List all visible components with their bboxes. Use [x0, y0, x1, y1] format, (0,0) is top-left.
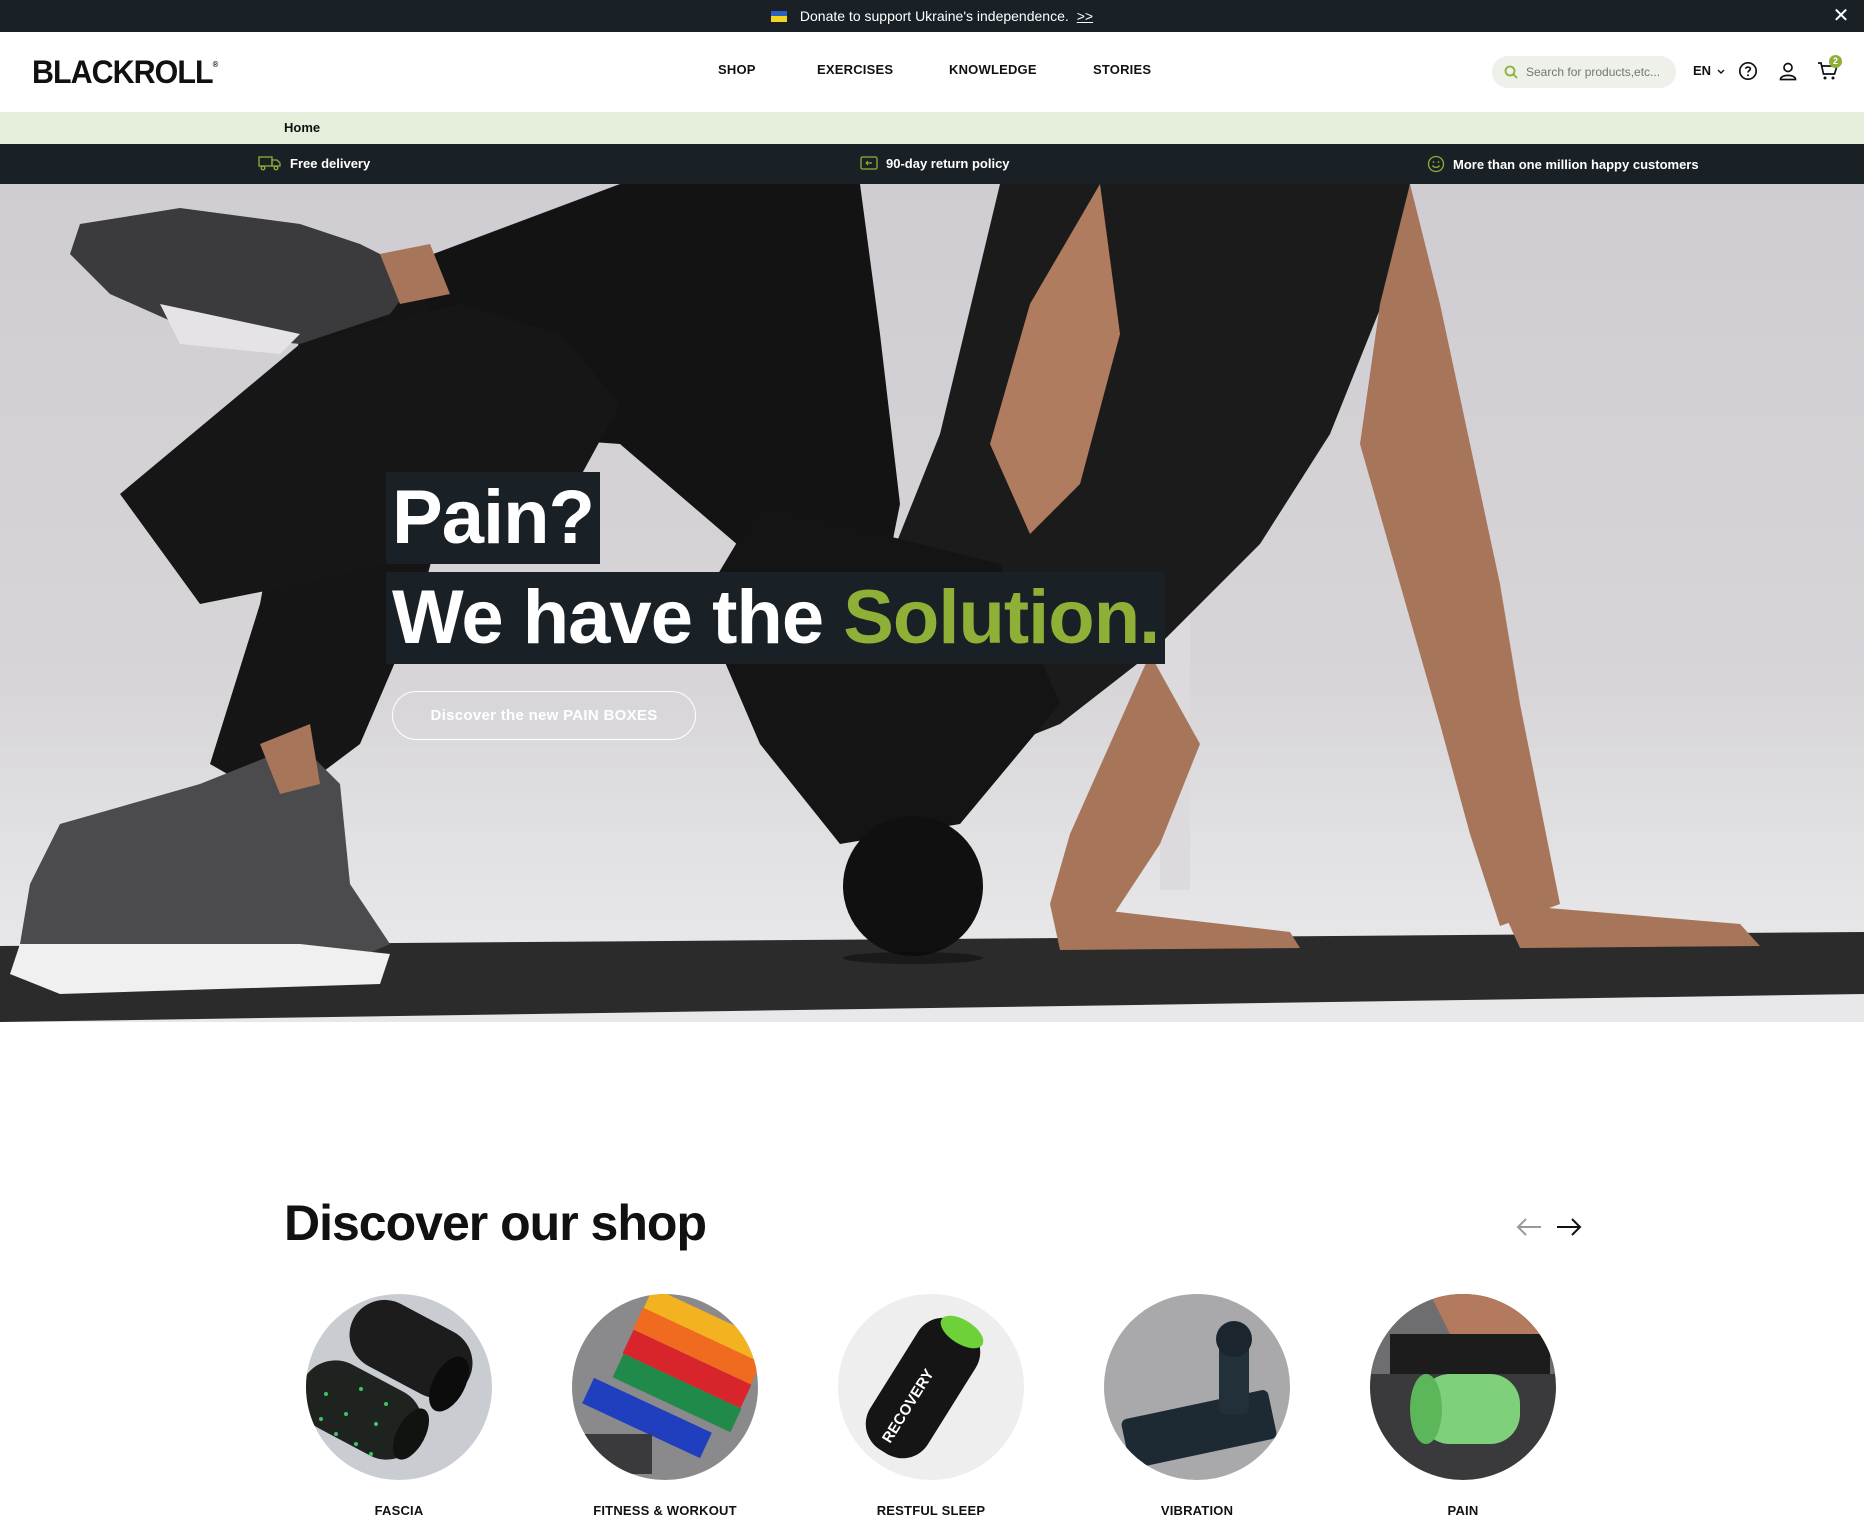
usp-bar: Free delivery 90-day return policy More …: [0, 144, 1864, 184]
donate-bar: Donate to support Ukraine's independence…: [0, 0, 1864, 32]
shop-section-title: Discover our shop: [284, 1195, 707, 1251]
nav-knowledge[interactable]: KNOWLEDGE: [949, 62, 1037, 77]
category-sleep-image: RECOVERY: [838, 1294, 1024, 1480]
category-fascia[interactable]: FASCIA: [306, 1294, 492, 1518]
nav-shop[interactable]: SHOP: [718, 62, 756, 77]
return-icon: [860, 156, 878, 170]
category-fascia-label: FASCIA: [374, 1503, 424, 1518]
cart-count-badge: 2: [1829, 55, 1842, 68]
category-fitness-label: FITNESS & WORKOUT: [593, 1503, 737, 1518]
category-fascia-image: [306, 1294, 492, 1480]
nav-exercises[interactable]: EXERCISES: [817, 62, 893, 77]
hero-banner: Pain? We have the Solution. Discover the…: [0, 184, 1864, 1022]
category-pain-image: [1370, 1294, 1556, 1480]
usp-free-delivery: Free delivery: [258, 155, 370, 171]
arrow-left-icon[interactable]: [1514, 1212, 1544, 1242]
logo[interactable]: BLACKROLL®: [32, 54, 218, 91]
usp-return-policy: 90-day return policy: [860, 155, 1010, 171]
category-restful-sleep[interactable]: RECOVERY RESTFUL SLEEP: [838, 1294, 1024, 1518]
hero-headline-line2: We have the Solution.: [386, 572, 1166, 664]
user-icon[interactable]: [1776, 59, 1800, 83]
hero-headline-line1: Pain?: [386, 472, 600, 564]
usp-happy-customers: More than one million happy customers: [1427, 155, 1699, 173]
language-selector[interactable]: EN: [1693, 63, 1725, 78]
category-pain-label: PAIN: [1447, 1503, 1479, 1518]
category-vibration-label: VIBRATION: [1160, 1503, 1234, 1518]
donate-link[interactable]: >>: [1077, 8, 1093, 24]
hero-headline-accent: Solution.: [843, 575, 1160, 660]
nav-stories[interactable]: STORIES: [1093, 62, 1151, 77]
search-input[interactable]: [1526, 65, 1666, 79]
category-fitness-workout[interactable]: FITNESS & WORKOUT: [572, 1294, 758, 1518]
breadcrumb-home[interactable]: Home: [284, 120, 320, 135]
search-icon: [1504, 65, 1518, 79]
breadcrumb: Home: [0, 112, 1864, 144]
close-icon[interactable]: ✕: [1830, 5, 1852, 27]
category-pain[interactable]: PAIN: [1370, 1294, 1556, 1518]
category-vibration[interactable]: VIBRATION: [1104, 1294, 1290, 1518]
search-box[interactable]: [1492, 56, 1676, 88]
category-vibration-image: [1104, 1294, 1290, 1480]
donate-message: Donate to support Ukraine's independence…: [799, 8, 1069, 24]
category-fitness-image: [572, 1294, 758, 1480]
category-sleep-label: RESTFUL SLEEP: [876, 1503, 986, 1518]
ukraine-flag-icon: [770, 10, 787, 22]
truck-icon: [258, 156, 281, 171]
help-icon[interactable]: [1736, 59, 1760, 83]
arrow-right-icon[interactable]: [1554, 1212, 1584, 1242]
chevron-down-icon: [1717, 69, 1725, 74]
smiley-icon: [1427, 155, 1445, 173]
site-header: BLACKROLL® SHOP EXERCISES KNOWLEDGE STOR…: [0, 32, 1864, 112]
discover-pain-boxes-button[interactable]: Discover the new PAIN BOXES: [392, 691, 696, 740]
